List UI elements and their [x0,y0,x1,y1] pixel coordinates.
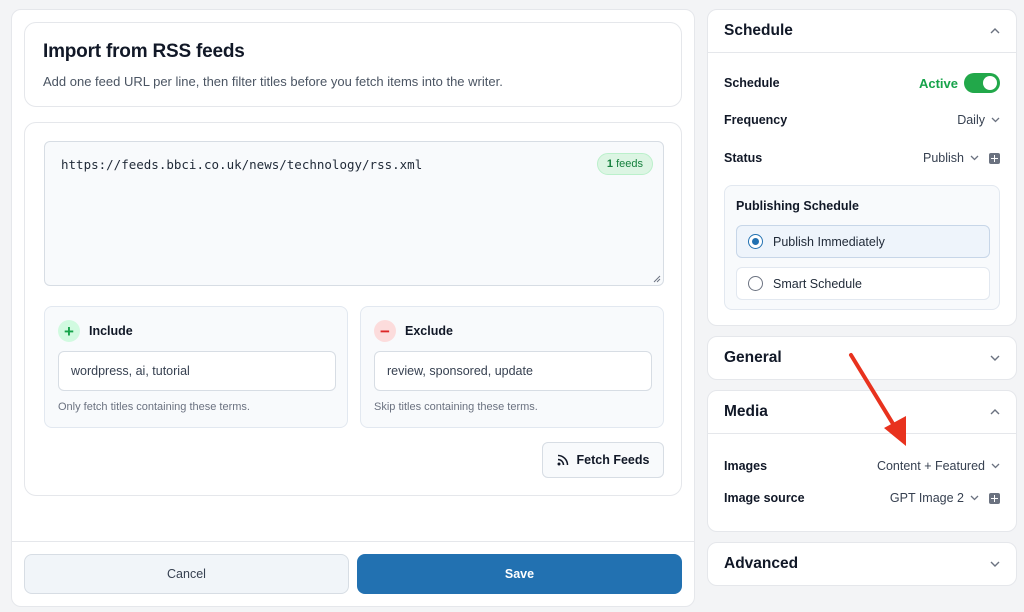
resize-handle-icon[interactable] [653,275,661,283]
radio-selected-icon [748,234,763,249]
minus-icon: − [374,320,396,342]
images-select[interactable]: Content + Featured [877,459,1000,473]
import-form: https://feeds.bbci.co.uk/news/technology… [24,122,682,496]
image-source-add-icon[interactable] [989,492,1000,504]
publish-immediately-label: Publish Immediately [773,234,885,249]
schedule-header-divider [708,52,1016,53]
publishing-schedule-group: Publishing Schedule Publish Immediately … [724,185,1000,310]
save-button[interactable]: Save [357,554,682,594]
publish-immediately-option[interactable]: Publish Immediately [736,225,990,258]
include-help: Only fetch titles containing these terms… [58,401,250,413]
feeds-count: 1 [606,158,614,170]
chevron-up-icon[interactable] [990,28,1000,34]
schedule-panel: Schedule Schedule Active Frequency Daily… [707,9,1017,326]
schedule-label: Schedule [724,76,780,90]
frequency-label: Frequency [724,113,788,127]
feeds-count-badge: 1 feeds [596,153,653,175]
footer-divider [12,541,694,542]
status-label: Status [724,151,763,165]
media-panel-title: Media [724,403,768,420]
frequency-value: Daily [957,113,985,127]
chevron-down-icon [991,463,1000,469]
status-row: Status Publish [724,148,1000,168]
chevron-down-icon [991,117,1000,123]
advanced-panel-title: Advanced [724,555,799,572]
fetch-feeds-label: Fetch Feeds [576,453,650,467]
schedule-row: Schedule Active [724,71,1000,95]
image-source-row: Image source GPT Image 2 [724,488,1000,508]
advanced-panel-header[interactable]: Advanced [708,543,1016,585]
advanced-panel: Advanced [707,542,1017,586]
frequency-select[interactable]: Daily [957,113,1000,127]
exclude-help: Skip titles containing these terms. [374,401,538,413]
image-source-select[interactable]: GPT Image 2 [890,491,979,505]
image-source-label: Image source [724,491,805,505]
feed-urls-text: https://feeds.bbci.co.uk/news/technology… [61,157,423,172]
exclude-input[interactable]: review, sponsored, update [374,351,652,391]
images-label: Images [724,459,768,473]
frequency-row: Frequency Daily [724,110,1000,130]
rss-import-panel: Import from RSS feeds Add one feed URL p… [11,9,695,607]
smart-schedule-label: Smart Schedule [773,276,862,291]
fetch-feeds-button[interactable]: Fetch Feeds [542,442,664,478]
chevron-down-icon [970,155,979,161]
include-filter: + Include wordpress, ai, tutorial Only f… [44,306,348,428]
page-title: Import from RSS feeds [43,41,245,62]
annotation-arrow-icon [849,353,906,446]
general-panel-title: General [724,349,782,366]
chevron-down-icon [970,495,979,501]
exclude-title: Exclude [405,324,453,338]
rss-icon [557,454,568,466]
status-select[interactable]: Publish [923,151,979,165]
include-input[interactable]: wordpress, ai, tutorial [58,351,336,391]
include-title: Include [89,324,133,338]
image-source-value: GPT Image 2 [889,491,964,505]
exclude-filter: − Exclude review, sponsored, update Skip… [360,306,664,428]
plus-icon: + [58,320,80,342]
feed-urls-textarea[interactable]: https://feeds.bbci.co.uk/news/technology… [44,141,664,286]
publishing-schedule-title: Publishing Schedule [736,199,859,213]
chevron-up-icon[interactable] [990,409,1000,415]
feeds-count-label: feeds [616,158,643,170]
images-row: Images Content + Featured [724,456,1000,476]
images-value: Content + Featured [876,459,985,473]
chevron-down-icon[interactable] [990,355,1000,361]
status-add-icon[interactable] [989,152,1000,164]
chevron-down-icon[interactable] [990,561,1000,567]
schedule-panel-header[interactable]: Schedule [708,10,1016,52]
radio-unselected-icon [748,276,763,291]
page-subtitle: Add one feed URL per line, then filter t… [43,74,503,89]
status-value: Publish [923,151,964,165]
import-header: Import from RSS feeds Add one feed URL p… [24,22,682,107]
schedule-panel-title: Schedule [724,22,793,39]
schedule-toggle[interactable] [964,73,1000,93]
schedule-status-text: Active [918,75,958,91]
smart-schedule-option[interactable]: Smart Schedule [736,267,990,300]
cancel-button[interactable]: Cancel [24,554,349,594]
